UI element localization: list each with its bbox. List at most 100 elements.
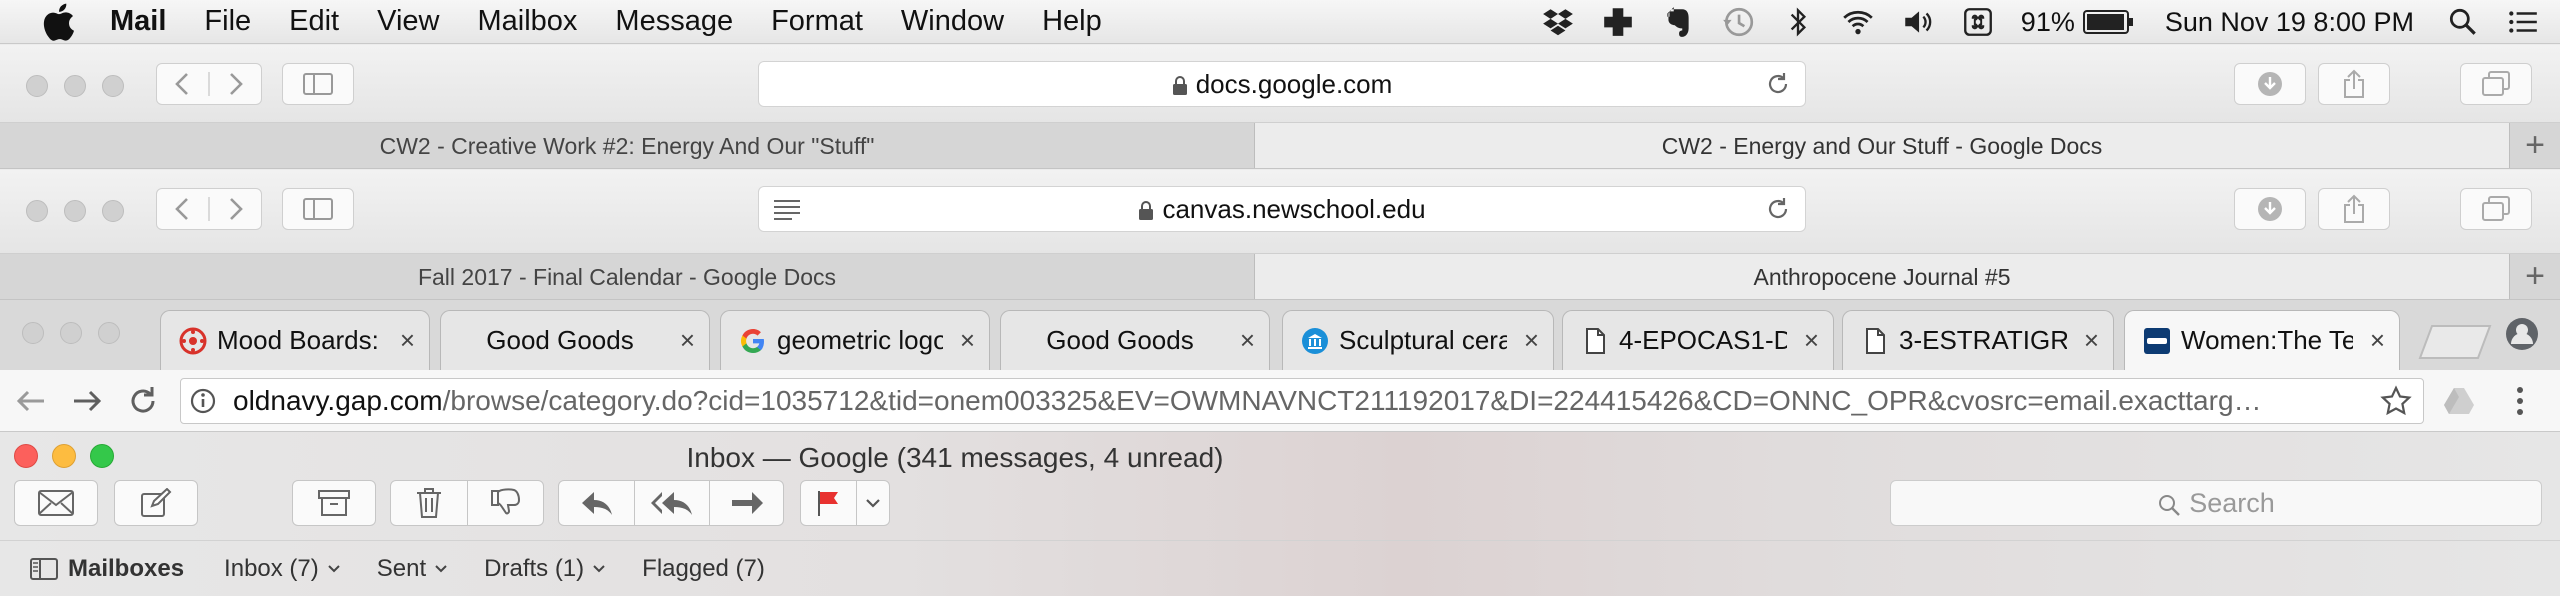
battery-icon[interactable] [2082, 9, 2135, 35]
profile-icon[interactable] [2504, 316, 2540, 352]
archive-button[interactable] [292, 480, 376, 526]
reader-mode-icon[interactable] [773, 199, 801, 221]
minimize-button[interactable] [64, 200, 86, 222]
tabs-overview-icon [2482, 196, 2510, 221]
chrome-tab[interactable]: Mood Boards: F × [160, 310, 430, 370]
new-tab-button[interactable]: + [2510, 123, 2560, 168]
address-bar[interactable]: docs.google.com [758, 61, 1806, 107]
menu-help[interactable]: Help [1042, 5, 1102, 38]
compose-button[interactable] [114, 480, 198, 526]
search-placeholder: Search [2189, 488, 2275, 518]
apple-icon[interactable] [40, 2, 76, 42]
chrome-tab[interactable]: Sculptural cera × [1282, 310, 1554, 370]
sidebar-button[interactable] [282, 188, 354, 230]
chrome-tab[interactable]: 4-EPOCAS1-DI × [1562, 310, 1834, 370]
forward-icon[interactable] [70, 386, 104, 416]
minimize-button[interactable] [64, 75, 86, 97]
forward-icon[interactable] [730, 490, 764, 516]
spotlight-search-icon[interactable] [2446, 5, 2480, 39]
notification-center-icon[interactable] [2506, 5, 2540, 39]
sidebar-button[interactable] [282, 63, 354, 105]
close-tab-icon[interactable]: × [960, 311, 975, 369]
document-icon [1866, 328, 1885, 354]
tabs-overview-button[interactable] [2460, 188, 2532, 230]
chevron-down-icon[interactable] [865, 498, 881, 508]
menu-view[interactable]: View [377, 5, 439, 38]
evernote-icon[interactable] [1661, 5, 1695, 39]
close-button[interactable] [26, 75, 48, 97]
back-icon[interactable] [14, 386, 48, 416]
close-tab-icon[interactable]: × [1240, 311, 1255, 369]
dropbox-icon[interactable] [1541, 5, 1575, 39]
close-tab-icon[interactable]: × [680, 311, 695, 369]
clock[interactable]: Sun Nov 19 8:00 PM [2165, 7, 2414, 38]
menu-mailbox[interactable]: Mailbox [477, 5, 577, 38]
zoom-button[interactable] [102, 75, 124, 97]
keyboard-icon[interactable] [1961, 5, 1995, 39]
chrome-tab[interactable]: Good Goods × [1000, 310, 1270, 370]
info-icon[interactable] [189, 387, 217, 415]
zoom-button[interactable] [102, 200, 124, 222]
tab[interactable]: Fall 2017 - Final Calendar - Google Docs [0, 254, 1255, 299]
get-mail-button[interactable] [14, 480, 98, 526]
omnibox[interactable]: oldnavy.gap.com/browse/category.do?cid=1… [180, 378, 2424, 424]
drive-extension-icon[interactable] [2442, 386, 2476, 416]
downloads-button[interactable] [2234, 188, 2306, 230]
back-icon[interactable] [169, 197, 249, 221]
new-tab-button[interactable]: + [2510, 254, 2560, 299]
volume-icon[interactable] [1901, 5, 1935, 39]
favorite-inbox[interactable]: Inbox (7) [224, 555, 341, 583]
chrome-tab[interactable]: Good Goods × [440, 310, 710, 370]
share-button[interactable] [2318, 63, 2390, 105]
favorite-drafts[interactable]: Drafts (1) [484, 555, 606, 583]
envelope-icon [38, 490, 74, 516]
bookmark-star-icon[interactable] [2380, 385, 2412, 417]
minimize-button[interactable] [60, 322, 82, 344]
menu-file[interactable]: File [204, 5, 251, 38]
reload-icon[interactable] [1765, 71, 1791, 97]
chrome-menu-icon[interactable] [2514, 385, 2526, 417]
close-tab-icon[interactable]: × [400, 311, 415, 369]
share-button[interactable] [2318, 188, 2390, 230]
close-button[interactable] [26, 200, 48, 222]
tabs-overview-button[interactable] [2460, 63, 2532, 105]
chrome-tab-active[interactable]: Women:The Tec × [2124, 310, 2400, 370]
reply-all-icon[interactable] [650, 490, 694, 516]
menu-message[interactable]: Message [615, 5, 733, 38]
tab-active[interactable]: Anthropocene Journal #5 [1255, 254, 2510, 299]
mailboxes-label: Mailboxes [68, 554, 185, 582]
tab[interactable]: CW2 - Creative Work #2: Energy And Our "… [0, 123, 1255, 168]
search-field[interactable]: Search [1890, 480, 2542, 526]
zoom-button[interactable] [98, 322, 120, 344]
new-tab-button[interactable] [2418, 322, 2494, 362]
mailboxes-button[interactable]: Mailboxes [30, 555, 184, 583]
close-button[interactable] [22, 322, 44, 344]
flag-icon[interactable] [816, 489, 840, 517]
tab-active[interactable]: CW2 - Energy and Our Stuff - Google Docs [1255, 123, 2510, 168]
chrome-tab[interactable]: 3-ESTRATIGRA × [1842, 310, 2114, 370]
address-bar[interactable]: canvas.newschool.edu [758, 186, 1806, 232]
reload-icon[interactable] [1765, 196, 1791, 222]
chrome-tab[interactable]: geometric logo × [720, 310, 990, 370]
close-tab-icon[interactable]: × [2084, 311, 2099, 369]
medical-cross-icon[interactable] [1601, 5, 1635, 39]
close-tab-icon[interactable]: × [1524, 311, 1539, 369]
bluetooth-icon[interactable] [1781, 5, 1815, 39]
menu-window[interactable]: Window [901, 5, 1004, 38]
junk-thumbs-down-icon[interactable] [490, 487, 522, 519]
menu-app-name[interactable]: Mail [110, 5, 166, 38]
menu-edit[interactable]: Edit [289, 5, 339, 38]
close-tab-icon[interactable]: × [2370, 311, 2385, 369]
close-tab-icon[interactable]: × [1804, 311, 1819, 369]
mail-window: Inbox — Google (341 messages, 4 unread) [0, 432, 2560, 596]
wifi-icon[interactable] [1841, 5, 1875, 39]
reply-icon[interactable] [580, 490, 614, 516]
trash-icon[interactable] [415, 487, 443, 519]
reload-icon[interactable] [126, 384, 160, 418]
favorite-sent[interactable]: Sent [377, 555, 448, 583]
back-icon[interactable] [169, 72, 249, 96]
time-machine-icon[interactable] [1721, 5, 1755, 39]
menu-format[interactable]: Format [771, 5, 863, 38]
favorite-flagged[interactable]: Flagged (7) [642, 555, 765, 583]
downloads-button[interactable] [2234, 63, 2306, 105]
